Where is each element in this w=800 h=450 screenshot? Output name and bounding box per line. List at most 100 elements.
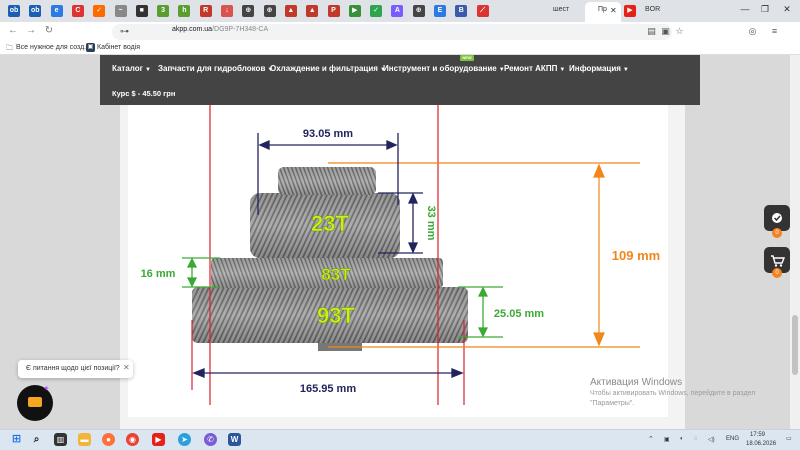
url-text: akpp.com.ua/DG9P-7H348-CA <box>172 26 269 33</box>
gear-dimension-diagram: 93.05 mm 33 mm 109 mm 16 mm 25.05 mm 165… <box>141 105 660 405</box>
site-info-icon[interactable]: ⊶ <box>118 25 131 38</box>
pinned-tab-icon[interactable]: ⊕ <box>242 5 255 17</box>
volume-icon[interactable]: ◁) <box>708 436 715 443</box>
pinned-tab-icon[interactable]: B <box>455 5 468 17</box>
youtube-icon[interactable]: ▶ <box>624 5 636 17</box>
dim-top-label: 93.05 mm <box>303 128 353 140</box>
reload-icon[interactable]: ↻ <box>42 25 56 36</box>
pinned-tab-icon[interactable]: ▲ <box>284 5 297 17</box>
telegram-icon[interactable]: ➤ <box>178 433 191 446</box>
network-icon[interactable]: ◌ <box>694 436 698 442</box>
account-icon[interactable]: ◎ <box>746 25 759 38</box>
menu-item[interactable]: Информация ▼ <box>569 64 629 73</box>
chrome-icon[interactable]: ◉ <box>126 433 139 446</box>
menu-item[interactable]: Ремонт АКПП ▼ <box>504 64 565 73</box>
pinned-tab-icon[interactable]: h <box>178 5 191 17</box>
pinned-tab-icon[interactable]: ▶ <box>348 5 361 17</box>
pinned-tab-icon[interactable]: ob <box>8 5 20 17</box>
forward-icon[interactable]: → <box>24 25 38 36</box>
site-navbar: Каталог ▼ Запчасти для гидроблоков ▼ Охлажде… <box>100 55 700 105</box>
word-icon[interactable]: W <box>228 433 241 446</box>
tray-icon[interactable]: ◐ <box>680 436 684 442</box>
keyboard-language[interactable]: ENG <box>726 436 739 442</box>
tab-bor-label[interactable]: BOR <box>645 6 660 13</box>
maximize-window-icon[interactable]: ❐ <box>758 4 772 15</box>
menu-item-label: Информация <box>569 64 621 73</box>
notification-icon[interactable]: ▭ <box>786 435 792 442</box>
reader-icon[interactable]: ▤ <box>645 25 658 38</box>
activation-line-2: "Параметры". <box>590 400 635 407</box>
pinned-tab-icon[interactable]: P <box>327 5 340 17</box>
pinned-tab-icon[interactable]: ⊕ <box>263 5 276 17</box>
page-scrollbar[interactable] <box>790 55 800 429</box>
pinned-tab-icon[interactable]: ■ <box>135 5 148 17</box>
new-badge: NEW <box>460 55 474 61</box>
pinned-tab-icon[interactable]: A <box>391 5 404 17</box>
pinned-tab-icon[interactable]: ~ <box>114 5 127 17</box>
driver-cabinet-icon: ▣ <box>86 43 95 52</box>
dim-16-label: 16 mm <box>141 268 176 280</box>
menu-item[interactable]: Каталог ▼ <box>112 64 151 73</box>
activation-line-1: Чтобы активировать Windows, перейдите в … <box>590 390 756 397</box>
pinned-tab-icon[interactable]: ✓ <box>93 5 106 17</box>
app-red-icon[interactable]: ▶ <box>152 433 165 446</box>
pinned-tab-icon[interactable]: ⊕ <box>412 5 425 17</box>
menu-item[interactable]: Запчасти для гидроблоков ▼ <box>158 64 273 73</box>
bookmark-star-icon[interactable]: ☆ <box>673 25 686 38</box>
exchange-rate: Курс $ - 45.50 грн <box>112 89 176 98</box>
pinned-tab-icon[interactable]: ⟋ <box>476 5 489 17</box>
chevron-down-icon: ▼ <box>145 67 151 73</box>
dim-33-label: 33 mm <box>425 206 437 241</box>
chat-icon <box>28 397 42 407</box>
teeth-23t-label: 23T <box>311 211 349 236</box>
menu-icon[interactable]: ≡ <box>768 25 781 38</box>
pinned-tab-icon[interactable]: ob <box>29 5 42 17</box>
close-window-icon[interactable]: ✕ <box>780 4 794 15</box>
menu-item-label: Каталог <box>112 64 143 73</box>
pinned-tab-icon[interactable]: ✓ <box>370 5 383 17</box>
menu-item-label: Инструмент и оборудование <box>383 64 497 73</box>
pinned-tab-icon[interactable]: R <box>199 5 212 17</box>
compare-count-badge: 0 <box>772 228 782 238</box>
task-view-icon[interactable]: ▥ <box>54 433 67 446</box>
close-chat-prompt-icon[interactable]: ✕ <box>123 363 130 372</box>
sparkle-icon: ✦ <box>43 384 50 393</box>
firefox-icon[interactable]: ● <box>102 433 115 446</box>
product-image[interactable]: 93.05 mm 33 mm 109 mm 16 mm 25.05 mm 165… <box>128 105 668 417</box>
pinned-tab-icon[interactable]: ▲ <box>306 5 319 17</box>
pinned-tab-icon[interactable]: e <box>50 5 63 17</box>
windows-start-icon[interactable]: ⊞ <box>10 433 23 446</box>
menu-item-label: Запчасти для гидроблоков <box>158 64 266 73</box>
menu-item[interactable]: Охлаждение и фильтрация ▼ <box>270 64 386 73</box>
viber-icon[interactable]: ✆ <box>204 433 217 446</box>
minimize-window-icon[interactable]: — <box>738 4 752 14</box>
browser-toolbar: ← → ↻ ⊶ ▤ ▣ ☆ ◎ ≡ <box>0 22 800 42</box>
file-explorer-icon[interactable]: ▬ <box>78 433 91 446</box>
clock-date[interactable]: 18.06.2026 <box>746 441 776 447</box>
browser-tab-strip: ob ob e C ✓ ~ ■ 3 h R ↓ ⊕ ⊕ ▲ ▲ P ▶ ✓ A ⊕ E B ⟋ шест Пр ✕ ▶ BO… <box>0 0 800 22</box>
bookmark-item[interactable]: Кабінет водія <box>97 44 140 51</box>
pinned-tab-icon[interactable]: ↓ <box>221 5 233 17</box>
bookmark-item[interactable]: Все нужное для созд... <box>16 44 90 51</box>
menu-item-label: Охлаждение и фильтрация <box>270 64 378 73</box>
clock-time[interactable]: 17:59 <box>750 432 765 438</box>
tray-arrow-icon[interactable]: ⌃ <box>648 435 654 443</box>
cart-count-badge: 0 <box>772 268 782 278</box>
dim-2505-label: 25.05 mm <box>494 308 544 320</box>
screenshot-icon[interactable]: ▣ <box>659 25 672 38</box>
chat-prompt-text: Є питання щодо цієї позиції? <box>26 365 120 372</box>
pinned-tab-icon[interactable]: E <box>434 5 446 17</box>
pinned-tab-icon[interactable]: C <box>71 5 84 17</box>
back-icon[interactable]: ← <box>6 25 20 36</box>
dim-109-label: 109 mm <box>612 248 660 263</box>
menu-item[interactable]: Инструмент и оборудование ▼ <box>383 64 505 73</box>
tray-icon[interactable]: ▣ <box>664 436 670 443</box>
chevron-down-icon: ▼ <box>559 67 566 73</box>
activation-title: Активация Windows <box>590 377 683 388</box>
close-tab-icon[interactable]: ✕ <box>610 6 617 15</box>
search-icon[interactable]: ⌕ <box>30 433 43 446</box>
scroll-thumb[interactable] <box>792 315 798 375</box>
chevron-down-icon: ▼ <box>622 67 629 73</box>
tab-shest-label[interactable]: шест <box>553 6 569 13</box>
pinned-tab-icon[interactable]: 3 <box>157 5 170 17</box>
